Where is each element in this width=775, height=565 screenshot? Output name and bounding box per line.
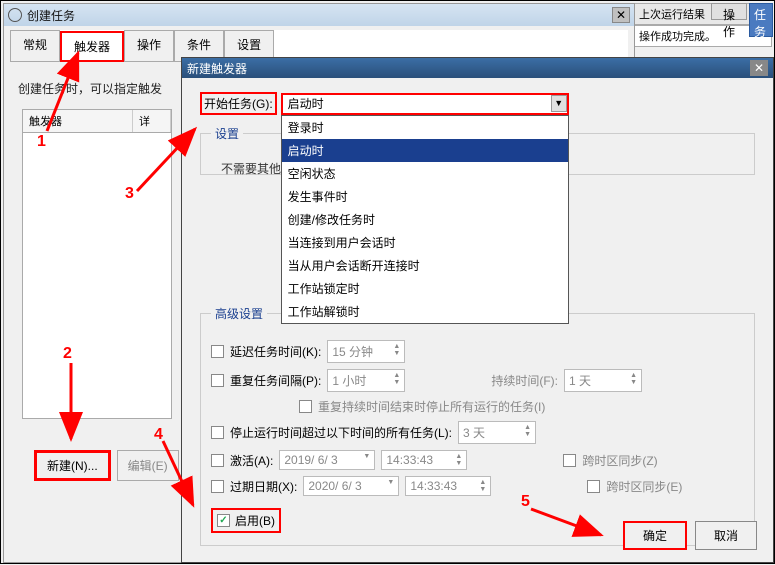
dropdown-item[interactable]: 工作站解锁时 xyxy=(282,300,568,323)
delay-label: 延迟任务时间(K): xyxy=(230,343,321,360)
duration-input[interactable]: 1 天▲▼ xyxy=(564,369,642,392)
duration-label: 持续时间(F): xyxy=(491,372,558,389)
edit-button[interactable]: 编辑(E) xyxy=(117,450,179,481)
new-trigger-dialog: 新建触发器 ✕ 开始任务(G): 启动时 ▼ 登录时 启动时 空闲状态 发生事件… xyxy=(181,57,774,563)
begin-task-row: 开始任务(G): 启动时 ▼ 登录时 启动时 空闲状态 发生事件时 创建/修改任… xyxy=(200,92,755,115)
tab-actions[interactable]: 操作 xyxy=(124,30,174,61)
dropdown-item[interactable]: 当从用户会话断开连接时 xyxy=(282,254,568,277)
advanced-fieldset: 高级设置 延迟任务时间(K): 15 分钟▲▼ 重复任务间隔(P): 1 小时▲… xyxy=(200,305,755,546)
settings-legend: 设置 xyxy=(211,125,243,142)
enable-label: 启用(B) xyxy=(235,512,275,529)
sidebar-task-button[interactable]: 任务 xyxy=(749,3,773,37)
repeat-input[interactable]: 1 小时▲▼ xyxy=(327,369,405,392)
dropdown-list: 登录时 启动时 空闲状态 发生事件时 创建/修改任务时 当连接到用户会话时 当从… xyxy=(281,115,569,324)
stop-after-input[interactable]: 3 天▲▼ xyxy=(458,421,536,444)
stop-after-checkbox[interactable] xyxy=(211,426,224,439)
tz2-label: 跨时区同步(E) xyxy=(606,478,682,495)
trigger-close-icon[interactable]: ✕ xyxy=(750,60,768,76)
repeat-stop-label: 重复持续时间结束时停止所有运行的任务(I) xyxy=(318,398,545,415)
trigger-list: 触发器 详 xyxy=(22,109,172,419)
stop-after-label: 停止运行时间超过以下时间的所有任务(L): xyxy=(230,424,452,441)
activate-row: 激活(A): 2019/ 6/ 3▼ 14:33:43▲▼ 跨时区同步(Z) xyxy=(211,450,744,470)
dropdown-item[interactable]: 登录时 xyxy=(282,116,568,139)
tz1-label: 跨时区同步(Z) xyxy=(582,452,657,469)
close-icon[interactable]: ✕ xyxy=(612,7,630,23)
repeat-label: 重复任务间隔(P): xyxy=(230,372,321,389)
dropdown-item[interactable]: 当连接到用户会话时 xyxy=(282,231,568,254)
begin-task-dropdown[interactable]: 启动时 ▼ 登录时 启动时 空闲状态 发生事件时 创建/修改任务时 当连接到用户… xyxy=(281,93,569,115)
col-details[interactable]: 详 xyxy=(133,110,171,132)
tab-triggers[interactable]: 触发器 xyxy=(60,31,124,62)
tz1-checkbox[interactable] xyxy=(563,454,576,467)
dropdown-item[interactable]: 空闲状态 xyxy=(282,162,568,185)
col-trigger[interactable]: 触发器 xyxy=(23,110,133,132)
activate-checkbox[interactable] xyxy=(211,454,224,467)
tab-general[interactable]: 常规 xyxy=(10,30,60,61)
dropdown-selected[interactable]: 启动时 xyxy=(281,93,569,115)
dropdown-item[interactable]: 发生事件时 xyxy=(282,185,568,208)
activate-time-input[interactable]: 14:33:43▲▼ xyxy=(381,450,467,470)
expire-row: 过期日期(X): 2020/ 6/ 3▼ 14:33:43▲▼ 跨时区同步(E) xyxy=(211,476,744,496)
dropdown-item[interactable]: 创建/修改任务时 xyxy=(282,208,568,231)
dropdown-item[interactable]: 工作站锁定时 xyxy=(282,277,568,300)
delay-checkbox[interactable] xyxy=(211,345,224,358)
sidebar-action-button[interactable]: 操作 xyxy=(711,3,747,20)
trigger-list-header: 触发器 详 xyxy=(23,110,171,133)
begin-task-label: 开始任务(G): xyxy=(200,92,277,115)
expire-label: 过期日期(X): xyxy=(230,478,297,495)
trigger-titlebar: 新建触发器 ✕ xyxy=(182,58,773,78)
expire-time-input[interactable]: 14:33:43▲▼ xyxy=(405,476,491,496)
repeat-stop-row: 重复持续时间结束时停止所有运行的任务(I) xyxy=(299,398,744,415)
enable-row: 启用(B) xyxy=(211,508,281,533)
activate-label: 激活(A): xyxy=(230,452,273,469)
repeat-checkbox[interactable] xyxy=(211,374,224,387)
annotation-5: 5 xyxy=(521,493,530,511)
dialog-buttons: 确定 取消 xyxy=(623,521,757,550)
trigger-title: 新建触发器 xyxy=(187,60,750,77)
cancel-button[interactable]: 取消 xyxy=(695,521,757,550)
advanced-legend: 高级设置 xyxy=(211,305,267,322)
trigger-body: 开始任务(G): 启动时 ▼ 登录时 启动时 空闲状态 发生事件时 创建/修改任… xyxy=(182,78,773,560)
ok-button[interactable]: 确定 xyxy=(623,521,687,550)
delay-input[interactable]: 15 分钟▲▼ xyxy=(327,340,405,363)
window-icon xyxy=(8,8,22,22)
main-titlebar: 创建任务 ✕ xyxy=(4,4,634,26)
dropdown-selected-text: 启动时 xyxy=(288,95,324,112)
repeat-stop-checkbox[interactable] xyxy=(299,400,312,413)
chevron-down-icon[interactable]: ▼ xyxy=(551,95,567,112)
enable-checkbox[interactable] xyxy=(217,514,230,527)
sidebar-status: 上次运行结果 操作成功完成。 操作 任务 xyxy=(634,3,772,47)
activate-date-input[interactable]: 2019/ 6/ 3▼ xyxy=(279,450,375,470)
annotation-2: 2 xyxy=(63,345,72,363)
tz2-checkbox[interactable] xyxy=(587,480,600,493)
stop-after-row: 停止运行时间超过以下时间的所有任务(L): 3 天▲▼ xyxy=(211,421,744,444)
bottom-buttons: 新建(N)... 编辑(E) xyxy=(34,450,179,481)
annotation-3: 3 xyxy=(125,185,134,203)
expire-date-input[interactable]: 2020/ 6/ 3▼ xyxy=(303,476,399,496)
new-button[interactable]: 新建(N)... xyxy=(34,450,111,481)
main-title: 创建任务 xyxy=(27,7,612,24)
expire-checkbox[interactable] xyxy=(211,480,224,493)
dropdown-item[interactable]: 启动时 xyxy=(282,139,568,162)
repeat-row: 重复任务间隔(P): 1 小时▲▼ 持续时间(F): 1 天▲▼ xyxy=(211,369,744,392)
annotation-1: 1 xyxy=(37,133,46,151)
delay-row: 延迟任务时间(K): 15 分钟▲▼ xyxy=(211,340,744,363)
annotation-4: 4 xyxy=(154,426,163,444)
